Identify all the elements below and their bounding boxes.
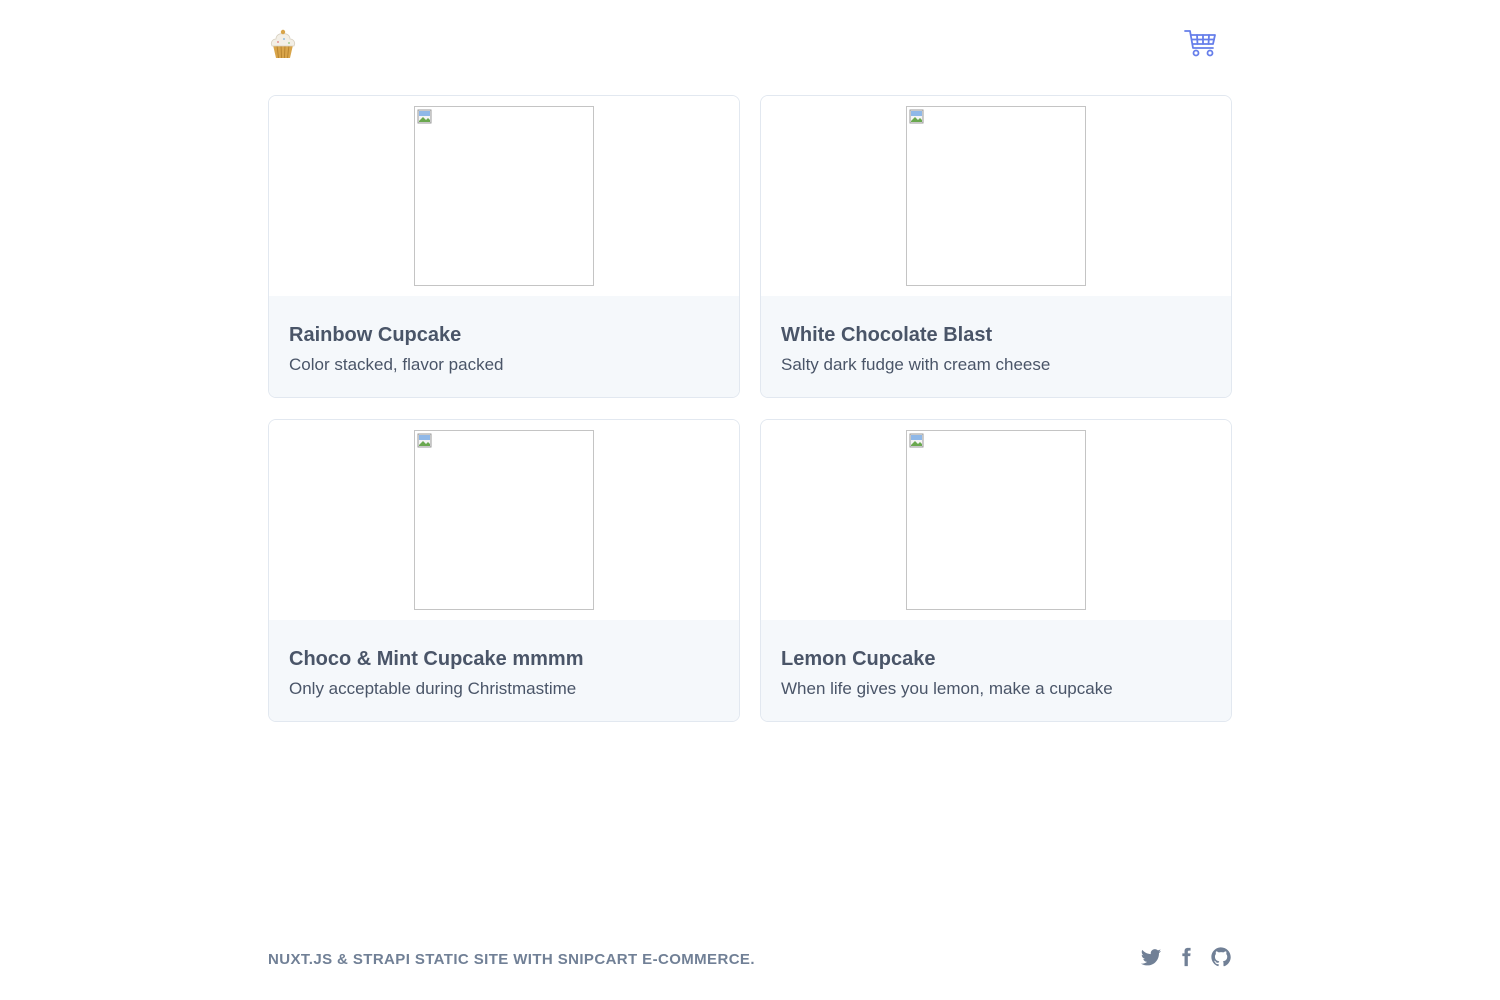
broken-image-icon bbox=[417, 433, 432, 448]
product-image bbox=[414, 430, 594, 610]
product-grid: Rainbow Cupcake Color stacked, flavor pa… bbox=[268, 95, 1232, 722]
page: Rainbow Cupcake Color stacked, flavor pa… bbox=[0, 0, 1500, 1000]
facebook-icon bbox=[1182, 947, 1191, 967]
product-image-area bbox=[761, 96, 1231, 296]
facebook-link[interactable] bbox=[1175, 945, 1197, 969]
product-info: Lemon Cupcake When life gives you lemon,… bbox=[761, 620, 1231, 721]
product-info: White Chocolate Blast Salty dark fudge w… bbox=[761, 296, 1231, 397]
product-image-area bbox=[269, 420, 739, 620]
twitter-icon bbox=[1140, 949, 1162, 966]
shopping-cart-icon bbox=[1184, 30, 1216, 57]
product-image bbox=[906, 106, 1086, 286]
product-card[interactable]: White Chocolate Blast Salty dark fudge w… bbox=[760, 95, 1232, 398]
product-title: White Chocolate Blast bbox=[781, 324, 993, 346]
product-description: When life gives you lemon, make a cupcak… bbox=[781, 679, 1113, 698]
product-title: Lemon Cupcake bbox=[781, 648, 936, 670]
cupcake-icon bbox=[270, 29, 296, 59]
cart-button[interactable] bbox=[1184, 26, 1218, 60]
product-description: Only acceptable during Christmastime bbox=[289, 679, 577, 698]
home-link[interactable] bbox=[268, 28, 298, 60]
product-image-area bbox=[761, 420, 1231, 620]
github-link[interactable] bbox=[1210, 945, 1232, 969]
broken-image-icon bbox=[417, 109, 432, 124]
product-card[interactable]: Rainbow Cupcake Color stacked, flavor pa… bbox=[268, 95, 740, 398]
social-links bbox=[1140, 945, 1232, 969]
site-header bbox=[268, 24, 1232, 64]
product-card[interactable]: Choco & Mint Cupcake mmmm Only acceptabl… bbox=[268, 419, 740, 722]
broken-image-icon bbox=[909, 433, 924, 448]
product-description: Salty dark fudge with cream cheese bbox=[781, 355, 1051, 374]
product-image bbox=[414, 106, 594, 286]
twitter-link[interactable] bbox=[1140, 945, 1162, 969]
product-info: Rainbow Cupcake Color stacked, flavor pa… bbox=[269, 296, 739, 397]
site-footer: NUXT.JS & STRAPI STATIC SITE WITH SNIPCA… bbox=[268, 945, 1232, 975]
broken-image-icon bbox=[909, 109, 924, 124]
product-title: Rainbow Cupcake bbox=[289, 324, 462, 346]
product-description: Color stacked, flavor packed bbox=[289, 355, 504, 374]
github-icon bbox=[1211, 947, 1231, 967]
product-image-area bbox=[269, 96, 739, 296]
product-image bbox=[906, 430, 1086, 610]
footer-text: NUXT.JS & STRAPI STATIC SITE WITH SNIPCA… bbox=[268, 951, 755, 968]
product-card[interactable]: Lemon Cupcake When life gives you lemon,… bbox=[760, 419, 1232, 722]
product-info: Choco & Mint Cupcake mmmm Only acceptabl… bbox=[269, 620, 739, 721]
product-title: Choco & Mint Cupcake mmmm bbox=[289, 648, 584, 670]
